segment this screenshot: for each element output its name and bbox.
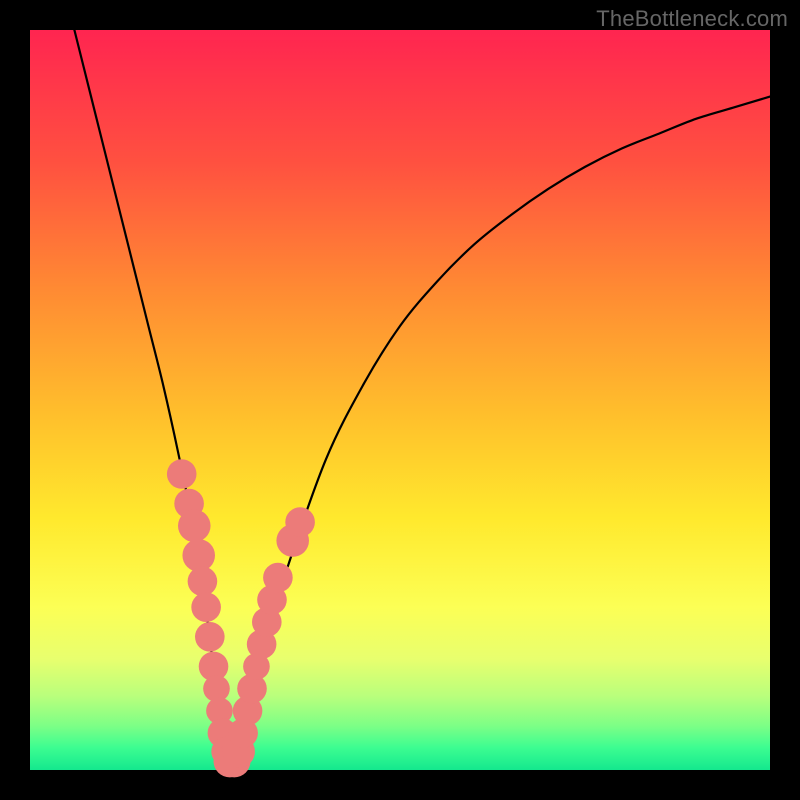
curve-marker bbox=[195, 622, 225, 652]
chart-frame: TheBottleneck.com bbox=[0, 0, 800, 800]
watermark-text: TheBottleneck.com bbox=[596, 6, 788, 32]
curve-marker bbox=[285, 507, 315, 537]
curve-marker bbox=[167, 459, 197, 489]
curve-marker bbox=[182, 539, 215, 572]
curve-marker bbox=[178, 510, 211, 543]
chart-svg bbox=[30, 30, 770, 770]
chart-plot-area bbox=[30, 30, 770, 770]
curve-marker bbox=[191, 592, 221, 622]
bottleneck-curve bbox=[74, 30, 770, 770]
curve-marker bbox=[263, 563, 293, 593]
curve-marker bbox=[188, 567, 218, 597]
curve-markers bbox=[167, 459, 315, 777]
